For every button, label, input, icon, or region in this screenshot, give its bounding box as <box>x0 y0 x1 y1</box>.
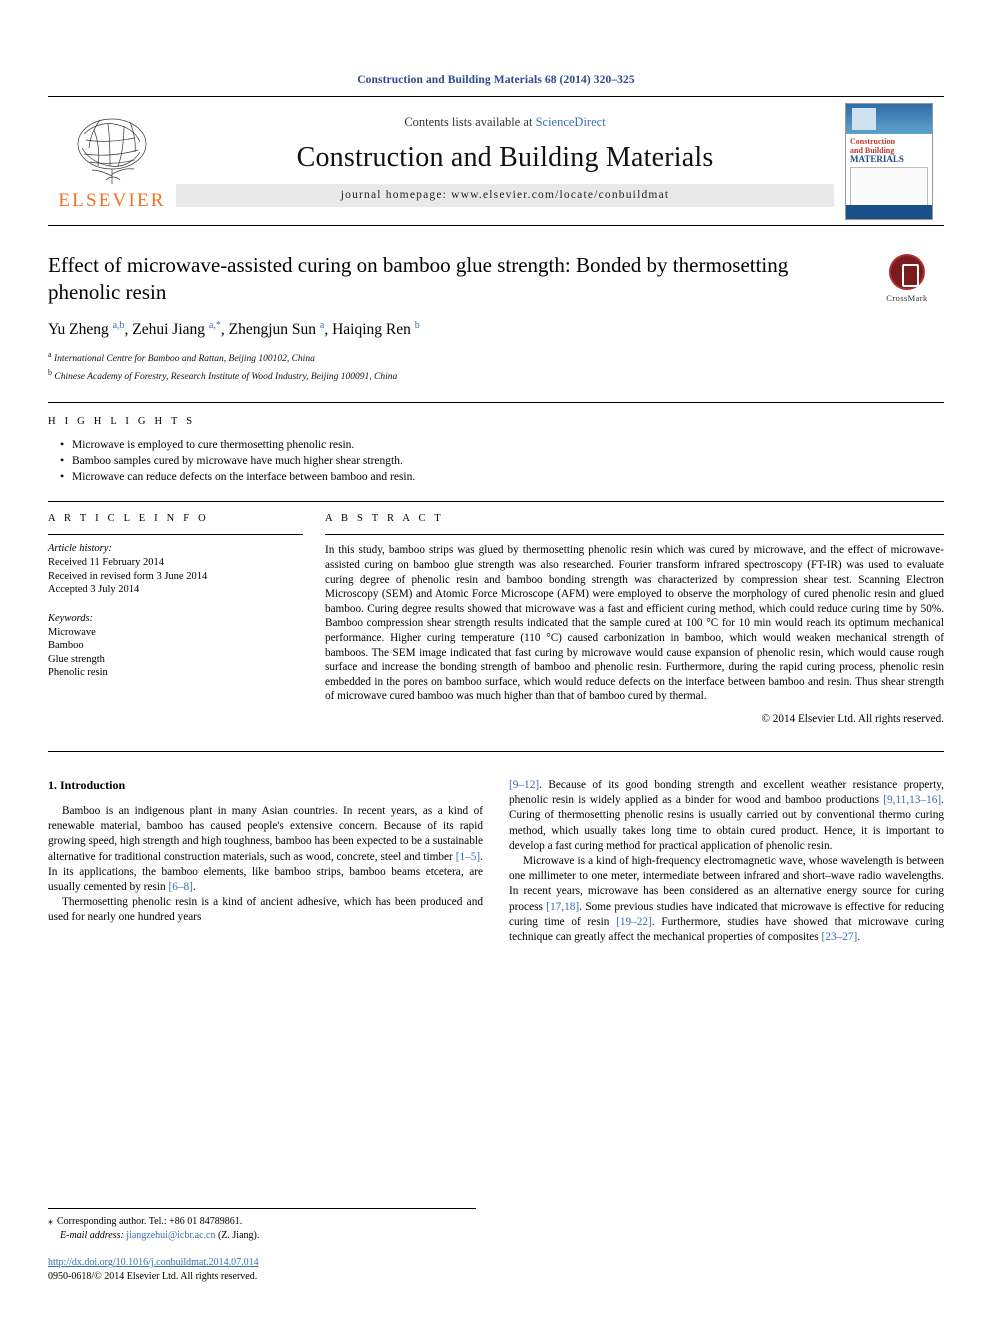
abstract-copyright: © 2014 Elsevier Ltd. All rights reserved… <box>761 713 945 725</box>
publisher-logo: ELSEVIER <box>48 97 176 225</box>
contents-prefix: Contents lists available at <box>404 115 536 129</box>
keywords-label: Keywords: <box>48 612 94 624</box>
journal-title: Construction and Building Materials <box>296 142 714 173</box>
article-info-heading: A R T I C L E I N F O <box>48 513 209 525</box>
cover-top-band <box>846 103 932 134</box>
highlights-heading: H I G H L I G H T S <box>48 416 196 428</box>
crossmark-label: CrossMark <box>886 293 928 303</box>
keyword-item: Glue strength <box>48 653 105 665</box>
keyword-item: Phenolic resin <box>48 667 108 679</box>
keyword-item: Microwave <box>48 626 96 638</box>
contents-available-line: Contents lists available at ScienceDirec… <box>404 115 605 130</box>
list-item: Microwave is employed to cure thermosett… <box>60 436 944 453</box>
title-block: Effect of microwave-assisted curing on b… <box>48 252 944 384</box>
cover-line3: MATERIALS <box>850 153 904 164</box>
section-heading-introduction: 1. Introduction <box>48 778 126 792</box>
body-column-left: 1. Introduction Bamboo is an indigenous … <box>48 778 483 945</box>
email-link[interactable]: jiangzehui@icbr.ac.cn <box>126 1230 215 1241</box>
corresponding-author-text: Corresponding author. Tel.: +86 01 84789… <box>57 1216 243 1227</box>
doi-link[interactable]: http://dx.doi.org/10.1016/j.conbuildmat.… <box>48 1257 259 1268</box>
divider-above-abstract <box>48 501 944 503</box>
crossmark-badge[interactable]: CrossMark <box>870 254 944 303</box>
list-item: Bamboo samples cured by microwave have m… <box>60 452 944 469</box>
masthead-center: Contents lists available at ScienceDirec… <box>176 97 834 225</box>
abstract-column: A B S T R A C T In this study, bamboo st… <box>325 513 944 725</box>
cover-abstract-block <box>850 166 928 207</box>
history-received: Received 11 February 2014 <box>48 557 164 569</box>
article-history-label: Article history: <box>48 543 112 555</box>
affiliation-b: b Chinese Academy of Forestry, Research … <box>48 368 398 383</box>
article-info-column: A R T I C L E I N F O Article history: R… <box>48 513 303 725</box>
issn-copyright: 0950-0618/© 2014 Elsevier Ltd. All right… <box>48 1271 258 1282</box>
divider-above-highlights <box>48 402 944 404</box>
abstract-divider <box>325 534 944 536</box>
journal-masthead: ELSEVIER Contents lists available at Sci… <box>48 96 944 226</box>
abstract-heading: A B S T R A C T <box>325 513 444 525</box>
history-revised: Received in revised form 3 June 2014 <box>48 570 208 582</box>
paragraph: Bamboo is an indigenous plant in many As… <box>48 805 483 894</box>
article-info-divider <box>48 534 303 536</box>
elsevier-tree-icon <box>77 118 147 184</box>
history-accepted: Accepted 3 July 2014 <box>48 584 140 596</box>
author-list: Yu Zheng a,b, Zehui Jiang a,*, Zhengjun … <box>48 320 420 339</box>
cover-image: Construction and Building MATERIALS <box>845 102 933 220</box>
sciencedirect-link[interactable]: ScienceDirect <box>536 115 606 129</box>
email-label: E-mail address: <box>60 1229 124 1241</box>
doi-block: http://dx.doi.org/10.1016/j.conbuildmat.… <box>48 1256 476 1283</box>
paragraph: Thermosetting phenolic resin is a kind o… <box>48 896 483 924</box>
list-item: Microwave can reduce defects on the inte… <box>60 468 944 485</box>
crossmark-icon <box>889 254 925 290</box>
highlights-section: H I G H L I G H T S Microwave is employe… <box>48 416 944 485</box>
keyword-item: Bamboo <box>48 640 84 652</box>
cover-title: Construction and Building MATERIALS <box>846 134 932 164</box>
email-person: (Z. Jiang). <box>217 1229 260 1241</box>
paragraph: [9–12]. Because of its good bonding stre… <box>509 779 944 852</box>
running-head: Construction and Building Materials 68 (… <box>357 74 635 86</box>
info-abstract-region: A R T I C L E I N F O Article history: R… <box>48 513 944 725</box>
abstract-text: In this study, bamboo strips was glued b… <box>325 544 944 703</box>
email-line: E-mail address: jiangzehui@icbr.ac.cn (Z… <box>60 1229 476 1243</box>
asterisk-icon: ⁎ <box>48 1216 53 1227</box>
journal-homepage-bar[interactable]: journal homepage: www.elsevier.com/locat… <box>176 184 834 207</box>
corresponding-author-line: ⁎ Corresponding author. Tel.: +86 01 8478… <box>48 1215 476 1229</box>
cover-line1: Construction <box>850 136 895 146</box>
journal-cover-thumbnail: Construction and Building MATERIALS <box>834 97 944 225</box>
body-column-right: [9–12]. Because of its good bonding stre… <box>509 778 944 945</box>
paper-page: Construction and Building Materials 68 (… <box>0 0 992 1323</box>
body-columns: 1. Introduction Bamboo is an indigenous … <box>48 778 944 945</box>
affiliation-a: a International Centre for Bamboo and Ra… <box>48 350 315 365</box>
paragraph: Microwave is a kind of high-frequency el… <box>509 855 945 944</box>
corresponding-author-note: ⁎ Corresponding author. Tel.: +86 01 8478… <box>48 1208 476 1242</box>
page-footer: ⁎ Corresponding author. Tel.: +86 01 8478… <box>48 1192 476 1283</box>
elsevier-wordmark: ELSEVIER <box>58 190 166 211</box>
cover-bottom-band <box>846 204 932 219</box>
divider-above-body <box>48 751 944 752</box>
page-title: Effect of microwave-assisted curing on b… <box>48 253 789 304</box>
highlights-list: Microwave is employed to cure thermosett… <box>48 436 944 485</box>
